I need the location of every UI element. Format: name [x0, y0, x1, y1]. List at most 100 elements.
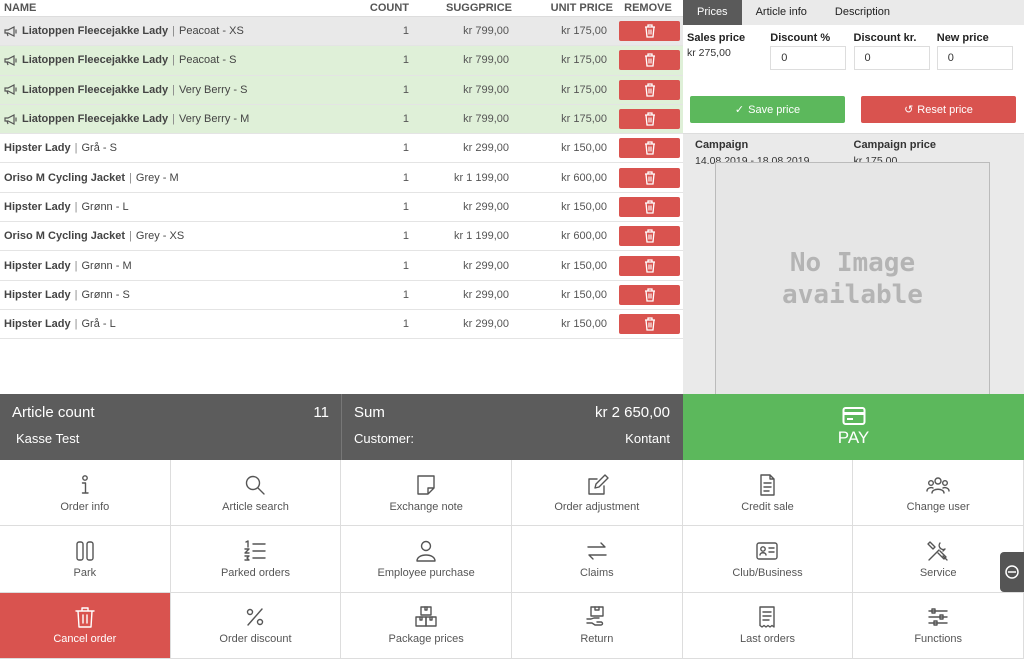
claims-button[interactable]: Claims [512, 526, 683, 593]
pay-label: PAY [837, 428, 870, 447]
sales-price-value: kr 275,00 [687, 47, 731, 59]
parked-orders-button[interactable]: Parked orders [170, 526, 342, 593]
person-icon [416, 540, 436, 562]
park-button[interactable]: Park [0, 526, 171, 593]
remove-line-button[interactable] [619, 21, 680, 42]
header-remove: REMOVE [624, 2, 672, 14]
row-count: 1 [402, 25, 409, 38]
row-article: Oriso M Cycling Jacket | Grey - M [0, 172, 345, 184]
row-suggprice: kr 1 199,00 [453, 230, 509, 243]
tab-description[interactable]: Description [821, 0, 904, 25]
order-info-label: Order info [60, 500, 110, 513]
article-variant: Very Berry - M [178, 113, 250, 126]
exchange-note-button[interactable]: Exchange note [341, 460, 512, 527]
campaign-price-label: Campaign price [853, 139, 937, 151]
table-row[interactable]: Hipster Lady | Grønn - S 1 kr 299,00 kr 150,0… [0, 281, 683, 310]
article-variant: Peacoat - S [178, 54, 237, 67]
remove-line-button[interactable] [619, 138, 680, 159]
article-variant: Very Berry - S [178, 83, 248, 96]
order-adjustment-button[interactable]: Order adjustment [512, 460, 683, 527]
row-unit-price: kr 150,00 [561, 200, 607, 213]
table-row[interactable]: Hipster Lady | Grønn - M 1 kr 299,00 kr 150,0… [0, 251, 683, 281]
article-name: Hipster Lady [4, 142, 71, 155]
no-image-text: No Image [789, 247, 916, 278]
cancel-order-label: Cancel order [53, 633, 117, 646]
package-prices-button[interactable]: Package prices [341, 592, 512, 659]
remove-line-button[interactable] [619, 314, 680, 335]
row-article: Oriso M Cycling Jacket | Grey - XS [0, 230, 345, 242]
article-name: Oriso M Cycling Jacket [4, 171, 126, 184]
side-panel-handle[interactable] [1000, 552, 1024, 592]
article-variant: Grey - M [135, 171, 179, 184]
tab-prices[interactable]: Prices [683, 0, 742, 25]
table-row[interactable]: Oriso M Cycling Jacket | Grey - XS 1 kr 1 19… [0, 222, 683, 252]
remove-line-button[interactable] [619, 226, 680, 247]
return-button[interactable]: Return [512, 592, 683, 659]
remove-line-button[interactable] [619, 167, 680, 188]
credit-sale-button[interactable]: Credit sale [682, 460, 854, 527]
row-article: Liatoppen Fleecejakke Lady | Peacoat - S [0, 54, 345, 66]
row-unit-price: kr 150,00 [561, 318, 607, 331]
remove-line-button[interactable] [619, 255, 680, 276]
functions-button[interactable]: Functions [853, 592, 1024, 659]
pay-button[interactable]: PAY [683, 394, 1024, 460]
table-row[interactable]: Liatoppen Fleecejakke Lady | Peacoat - S 1 k… [0, 46, 683, 76]
discount-kr-group: Discount kr. [853, 32, 937, 96]
remove-line-button[interactable] [619, 50, 680, 71]
header-unit-price: UNIT PRICE [550, 2, 613, 14]
sum-box: Sum kr 2 650,00 Customer: Kontant [341, 394, 682, 460]
new-price-input[interactable] [936, 46, 1013, 70]
trash-icon [644, 229, 655, 243]
separator: | [74, 318, 78, 331]
customer-value[interactable]: Kontant [625, 431, 670, 446]
remove-line-button[interactable] [619, 79, 680, 100]
article-search-label: Article search [222, 500, 289, 513]
remove-line-button[interactable] [619, 109, 680, 130]
discount-kr-input[interactable] [853, 46, 930, 70]
last-orders-button[interactable]: Last orders [682, 592, 854, 659]
remove-line-button[interactable] [619, 196, 680, 217]
article-name: Hipster Lady [4, 259, 71, 272]
campaign-megaphone-icon [4, 113, 17, 125]
reset-price-button[interactable]: ↺ Reset price [861, 96, 1016, 123]
table-row[interactable]: Hipster Lady | Grå - L 1 kr 299,00 kr 150,00 [0, 310, 683, 340]
table-row[interactable]: Oriso M Cycling Jacket | Grey - M 1 kr 1 199… [0, 163, 683, 193]
order-adjustment-label: Order adjustment [554, 500, 640, 513]
article-variant: Peacoat - XS [178, 25, 244, 38]
change-user-button[interactable]: Change user [853, 460, 1024, 527]
undo-icon: ↺ [904, 104, 914, 116]
employee-purchase-button[interactable]: Employee purchase [341, 526, 512, 593]
cancel-order-button[interactable]: Cancel order [0, 592, 171, 659]
club-business-label: Club/Business [732, 566, 803, 579]
save-price-button[interactable]: ✓ Save price [690, 96, 845, 123]
table-row[interactable]: Liatoppen Fleecejakke Lady | Peacoat - XS 1… [0, 17, 683, 47]
trash-icon [644, 170, 655, 185]
service-button[interactable]: Service [853, 526, 1024, 593]
header-count: COUNT [369, 2, 409, 14]
tab-article-info[interactable]: Article info [742, 0, 821, 25]
return-label: Return [580, 633, 614, 646]
club-business-button[interactable]: Club/Business [682, 526, 854, 593]
table-header: NAME COUNT SUGGPRICE UNIT PRICE REMOVE [0, 0, 683, 17]
functions-label: Functions [914, 633, 963, 646]
order-discount-button[interactable]: Order discount [170, 592, 342, 659]
remove-line-button[interactable] [619, 284, 680, 305]
article-name: Liatoppen Fleecejakke Lady [22, 83, 169, 96]
discount-percent-input[interactable] [770, 46, 847, 70]
article-search-button[interactable]: Article search [170, 460, 342, 527]
table-row[interactable]: Hipster Lady | Grå - S 1 kr 299,00 kr 150,00 [0, 134, 683, 164]
row-article: Hipster Lady | Grønn - S [0, 289, 345, 301]
table-body: Liatoppen Fleecejakke Lady | Peacoat - XS 1… [0, 17, 683, 340]
separator: | [172, 25, 175, 38]
article-variant: Grå - S [81, 142, 117, 155]
table-row[interactable]: Liatoppen Fleecejakke Lady | Very Berry - … [0, 104, 683, 135]
table-row[interactable]: Liatoppen Fleecejakke Lady | Very Berry - … [0, 75, 683, 105]
article-name: Liatoppen Fleecejakke Lady [22, 54, 169, 67]
order-info-button[interactable]: Order info [0, 460, 171, 527]
row-article: Liatoppen Fleecejakke Lady | Very Berry - … [0, 113, 345, 125]
numbered-list-icon [244, 540, 267, 561]
save-price-label: Save price [748, 103, 801, 116]
check-icon: ✓ [734, 104, 745, 116]
table-row[interactable]: Hipster Lady | Grønn - L 1 kr 299,00 kr 150,0… [0, 193, 683, 223]
search-icon [246, 475, 266, 495]
